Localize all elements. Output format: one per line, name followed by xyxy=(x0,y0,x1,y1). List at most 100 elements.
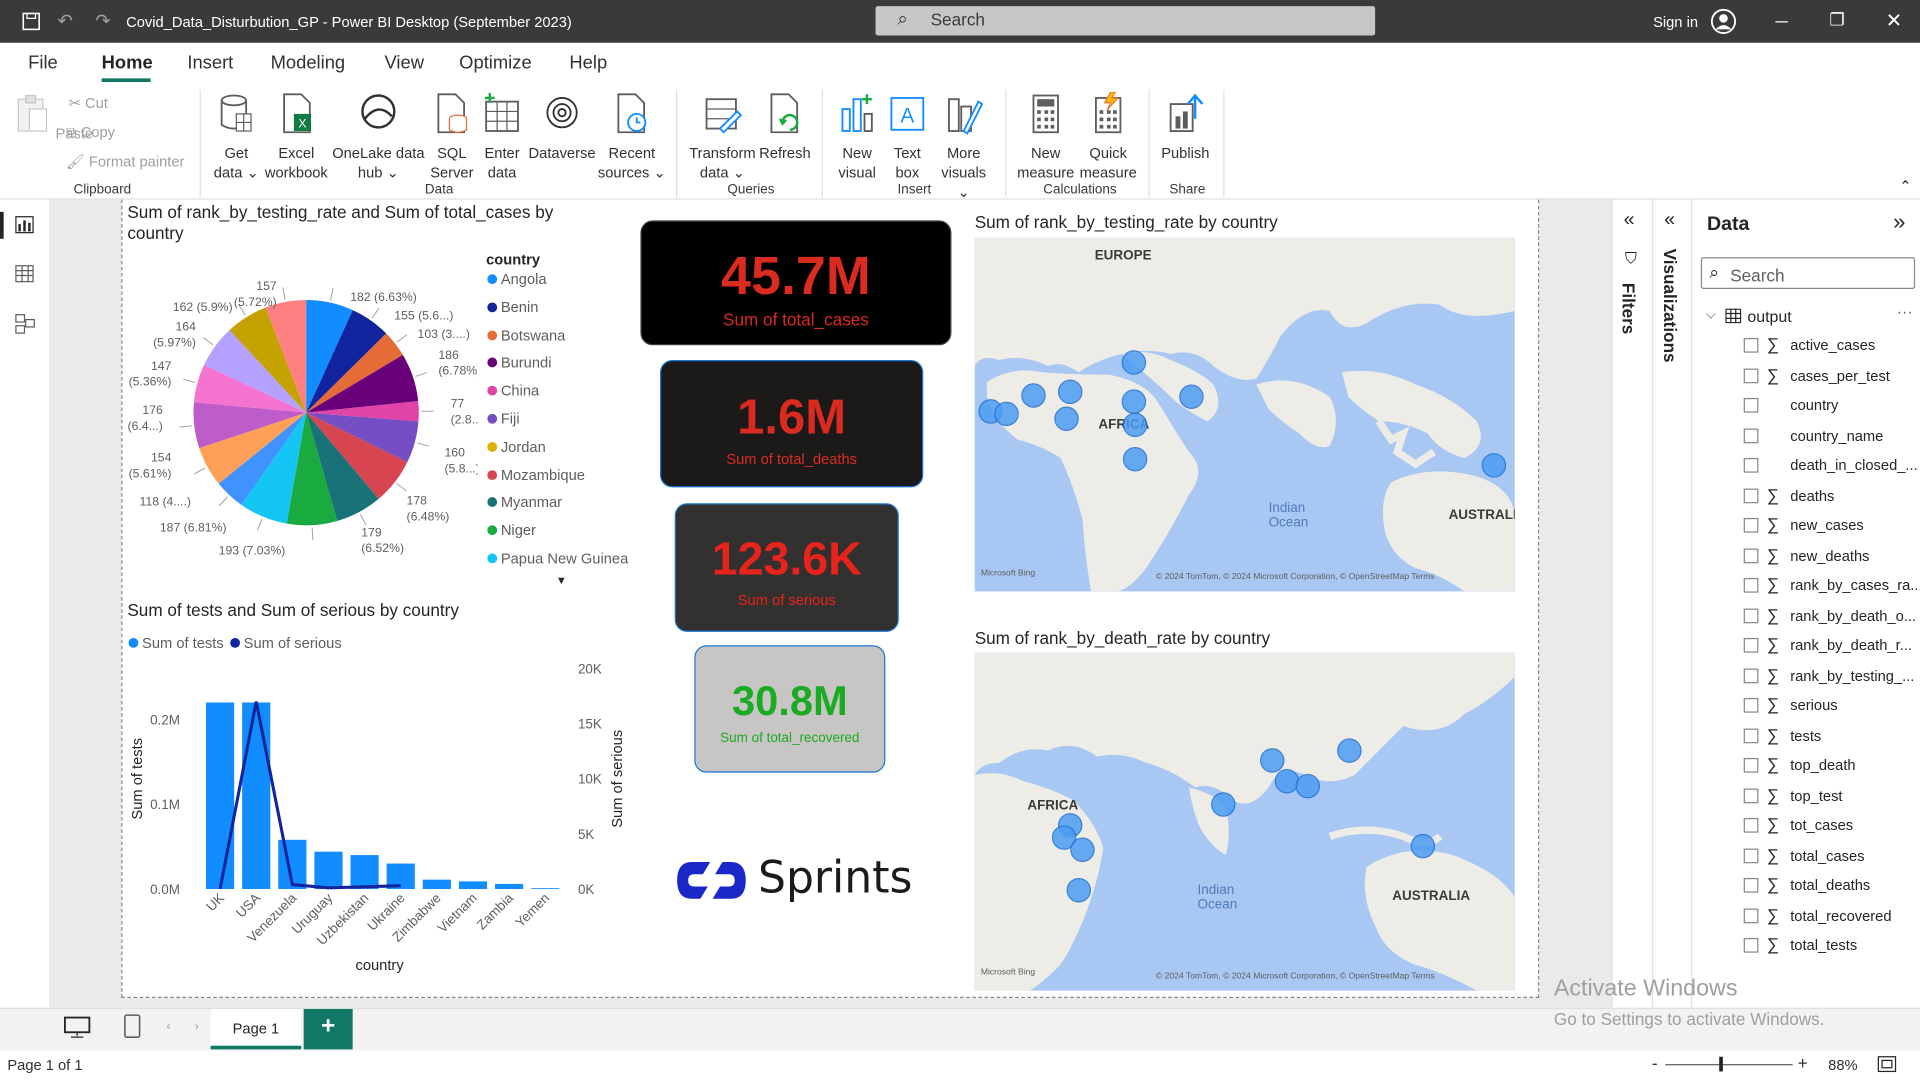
field-checkbox[interactable] xyxy=(1743,877,1759,893)
save-icon[interactable] xyxy=(22,12,40,31)
tab-view[interactable]: View xyxy=(384,53,423,74)
pie-legend-item[interactable]: Mozambique xyxy=(487,466,585,483)
field-item[interactable]: ∑ tot_cases xyxy=(1743,814,1915,839)
field-item[interactable]: ∑ total_cases xyxy=(1743,844,1915,869)
pie-legend-item[interactable]: Angola xyxy=(487,271,547,288)
bar-tests[interactable] xyxy=(422,879,451,889)
publish-button[interactable]: Publish xyxy=(1157,92,1213,163)
redo-icon[interactable]: ↷ xyxy=(96,10,111,32)
field-item[interactable]: ∑ active_cases xyxy=(1743,334,1915,359)
field-checkbox[interactable] xyxy=(1743,817,1759,833)
field-item[interactable]: ∑ top_death xyxy=(1743,754,1915,779)
field-item[interactable]: ∑ new_cases xyxy=(1743,514,1915,539)
undo-icon[interactable]: ↶ xyxy=(58,10,73,32)
onelake-hub-button[interactable]: OneLake data hub ⌄ xyxy=(332,92,425,183)
tab-file[interactable]: File xyxy=(28,53,58,74)
bar-tests[interactable] xyxy=(314,851,343,889)
collapse-ribbon-icon[interactable]: ⌃ xyxy=(1899,178,1911,195)
field-item[interactable]: ∑ new_deaths xyxy=(1743,544,1915,569)
card-total-deaths[interactable]: 1.6M Sum of total_deaths xyxy=(660,360,924,488)
field-checkbox[interactable] xyxy=(1743,517,1759,533)
map-bubble[interactable] xyxy=(1070,837,1095,863)
format-painter-button[interactable]: 🖌 Format painter xyxy=(66,153,184,170)
pie-legend-item[interactable]: Benin xyxy=(487,299,538,316)
new-measure-button[interactable]: New measure xyxy=(1015,92,1076,183)
page-tab-1[interactable]: Page 1 xyxy=(210,1008,302,1050)
field-checkbox[interactable] xyxy=(1743,727,1759,743)
more-visuals-button[interactable]: More visuals ⌄ xyxy=(933,92,994,202)
expand-visualizations-icon[interactable]: « xyxy=(1664,209,1675,231)
field-item[interactable]: country_name xyxy=(1743,427,1915,449)
transform-data-button[interactable]: Transform data ⌄ xyxy=(686,92,759,183)
mobile-layout-icon[interactable] xyxy=(124,1014,141,1038)
excel-workbook-button[interactable]: X Excel workbook xyxy=(262,92,331,183)
text-box-button[interactable]: A Text box xyxy=(884,92,931,183)
pie-legend-item[interactable]: Papua New Guinea xyxy=(487,550,628,567)
field-item[interactable]: ∑ cases_per_test xyxy=(1743,364,1915,389)
bar-tests[interactable] xyxy=(531,888,560,889)
pie-legend-item[interactable]: Botswana xyxy=(487,326,565,344)
zoom-in-icon[interactable]: + xyxy=(1798,1053,1808,1073)
legend-scroll-down-icon[interactable]: ▼ xyxy=(556,574,567,586)
field-checkbox[interactable] xyxy=(1743,607,1759,623)
fit-to-page-icon[interactable] xyxy=(1877,1056,1897,1073)
map1-visual[interactable]: EUROPE AFRICA Indian Ocean AUSTRALIA Mic… xyxy=(974,237,1515,592)
map-bubble[interactable] xyxy=(1179,384,1204,409)
field-checkbox[interactable] xyxy=(1743,787,1759,803)
field-checkbox[interactable] xyxy=(1743,637,1759,653)
dataverse-button[interactable]: Dataverse xyxy=(528,92,597,163)
field-item[interactable]: ∑ rank_by_death_o... xyxy=(1743,604,1916,629)
field-checkbox[interactable] xyxy=(1743,907,1759,923)
field-checkbox[interactable] xyxy=(1743,847,1759,863)
more-options-icon[interactable]: ··· xyxy=(1897,302,1913,320)
map2-visual[interactable]: AFRICA Indian Ocean AUSTRALIA Microsoft … xyxy=(974,652,1515,991)
add-page-button[interactable]: + xyxy=(303,1008,353,1050)
get-data-button[interactable]: Get data ⌄ xyxy=(211,92,262,183)
map-bubble[interactable] xyxy=(1121,389,1147,414)
visualizations-pane[interactable]: « Visualizations xyxy=(1651,199,1691,1008)
field-checkbox[interactable] xyxy=(1743,427,1759,443)
field-item[interactable]: ∑ total_recovered xyxy=(1743,904,1915,929)
search-input[interactable]: ⌕ Search xyxy=(875,6,1376,36)
map-bubble[interactable] xyxy=(1054,406,1079,432)
chevron-down-icon[interactable]: ⌵ xyxy=(1706,307,1716,323)
map-bubble[interactable] xyxy=(1057,379,1083,405)
field-checkbox[interactable] xyxy=(1743,547,1759,563)
pie-legend-item[interactable]: Niger xyxy=(487,522,536,539)
field-checkbox[interactable] xyxy=(1743,397,1759,413)
pie-legend-item[interactable]: China xyxy=(487,382,539,399)
data-search-input[interactable]: ⌕ Search xyxy=(1700,257,1916,289)
field-item[interactable]: ∑ top_test xyxy=(1743,784,1915,809)
map-bubble[interactable] xyxy=(1337,738,1362,763)
field-item[interactable]: ∑ total_deaths xyxy=(1743,874,1915,899)
bar-tests[interactable] xyxy=(206,702,235,889)
restore-icon[interactable]: ❐ xyxy=(1829,10,1844,31)
pie-legend-item[interactable]: Fiji xyxy=(487,410,520,427)
report-view-icon[interactable] xyxy=(15,216,35,234)
tab-modeling[interactable]: Modeling xyxy=(271,53,346,74)
tab-home[interactable]: Home xyxy=(102,53,153,74)
recent-sources-button[interactable]: Recent sources ⌄ xyxy=(598,92,667,183)
field-checkbox[interactable] xyxy=(1743,697,1759,713)
zoom-slider[interactable] xyxy=(1665,1064,1793,1066)
field-item[interactable]: ∑ rank_by_cases_ra... xyxy=(1743,574,1920,599)
map-bubble[interactable] xyxy=(1122,446,1148,472)
bar-tests[interactable] xyxy=(350,855,379,889)
field-item[interactable]: ∑ rank_by_death_r... xyxy=(1743,634,1915,659)
field-checkbox[interactable] xyxy=(1743,337,1759,353)
account-icon[interactable] xyxy=(1710,8,1737,35)
map-bubble[interactable] xyxy=(1481,453,1507,478)
zoom-out-icon[interactable]: - xyxy=(1652,1053,1658,1073)
minimize-icon[interactable]: ─ xyxy=(1776,11,1788,31)
pie-legend-item[interactable]: Myanmar xyxy=(487,494,562,511)
field-item[interactable]: ∑ tests xyxy=(1743,724,1915,749)
tab-optimize[interactable]: Optimize xyxy=(459,53,531,74)
enter-data-button[interactable]: Enter data xyxy=(480,92,524,183)
field-item[interactable]: ∑ rank_by_testing_... xyxy=(1743,664,1915,689)
map-bubble[interactable] xyxy=(1295,773,1321,799)
map-bubble[interactable] xyxy=(1021,383,1046,408)
tab-help[interactable]: Help xyxy=(569,53,607,74)
field-checkbox[interactable] xyxy=(1743,457,1759,473)
table-view-icon[interactable] xyxy=(15,264,35,283)
field-item[interactable]: ∑ deaths xyxy=(1743,484,1915,509)
